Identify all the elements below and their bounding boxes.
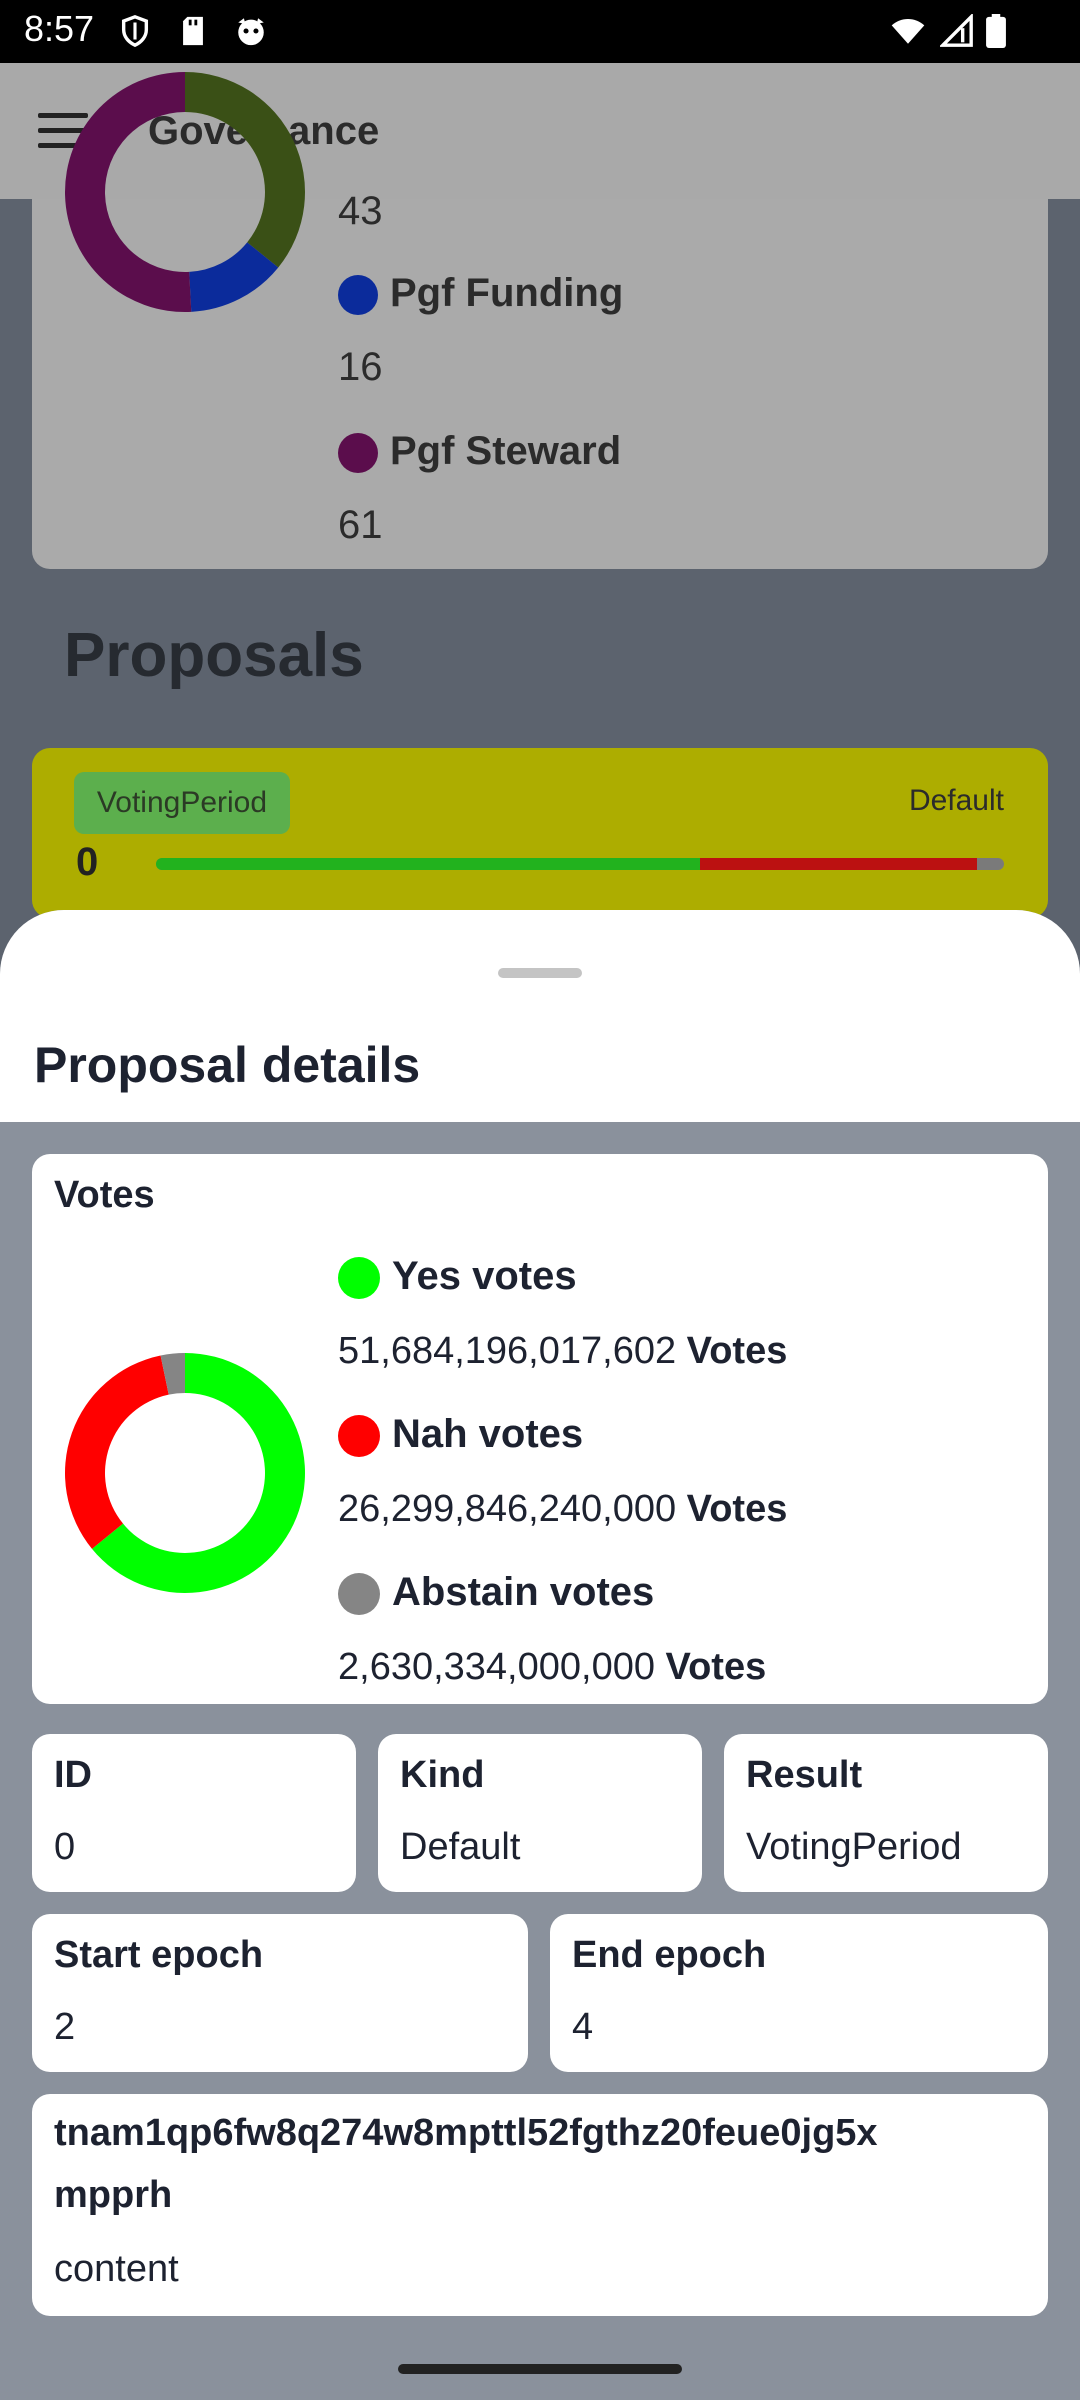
kinds-donut-chart: [65, 72, 305, 312]
kind-label: Kind: [400, 1754, 485, 1796]
legend-label: Abstain votes: [392, 1570, 655, 1614]
legend-dot-icon: [338, 1573, 380, 1616]
drag-handle[interactable]: [498, 968, 582, 978]
legend-label: Nah votes: [392, 1412, 584, 1456]
result-card: Result VotingPeriod: [724, 1734, 1048, 1892]
end-epoch-value: 4: [572, 2006, 594, 2048]
nah-votes-value: 26,299,846,240,000 Votes: [338, 1488, 787, 1531]
legend-nah-votes: Nah votes: [338, 1412, 584, 1458]
status-time: 8:57: [24, 8, 95, 49]
legend-dot-icon: [338, 275, 378, 316]
vote-bar-yes: [156, 858, 700, 870]
gesture-nav-bar[interactable]: [398, 2364, 682, 2374]
vote-progress-bar: [156, 858, 1004, 870]
donut-slice-nah: [64, 1355, 169, 1549]
end-epoch-label: End epoch: [572, 1934, 767, 1976]
signal-icon: [940, 14, 973, 47]
author-address-line2: mpprh: [54, 2174, 173, 2216]
legend-yes-votes: Yes votes: [338, 1254, 577, 1300]
proposal-card[interactable]: VotingPeriod Default 0: [32, 748, 1048, 918]
legend-pgf-steward: Pgf Steward: [338, 429, 621, 474]
vote-unit: Votes: [665, 1646, 767, 1688]
partial-kind-value: 43: [338, 189, 383, 233]
sheet-header: Proposal details: [0, 910, 1080, 1122]
result-value: VotingPeriod: [746, 1826, 962, 1868]
id-card: ID 0: [32, 1734, 356, 1892]
author-card: tnam1qp6fw8q274w8mpttl52fgthz20feue0jg5x…: [32, 2094, 1048, 2316]
start-epoch-label: Start epoch: [54, 1934, 264, 1976]
end-epoch-card: End epoch 4: [550, 1914, 1048, 2072]
legend-label: Pgf Funding: [390, 271, 624, 315]
votes-donut-chart: [64, 1353, 305, 1593]
result-label: Result: [746, 1754, 863, 1796]
abstain-votes-value: 2,630,334,000,000 Votes: [338, 1646, 766, 1689]
legend-label: Pgf Steward: [390, 429, 622, 473]
sheet-title: Proposal details: [34, 1037, 421, 1093]
yes-votes-value: 51,684,196,017,602 Votes: [338, 1330, 787, 1373]
vote-unit: Votes: [686, 1330, 788, 1372]
legend-dot-icon: [338, 433, 378, 474]
legend-value: 61: [338, 503, 383, 547]
vote-count: 26,299,846,240,000: [338, 1488, 677, 1530]
proposal-kind: Default: [908, 784, 1004, 817]
sd-card-icon: [183, 16, 203, 46]
shield-icon: [121, 15, 149, 48]
donut-slice-default: [185, 72, 305, 268]
legend-abstain-votes: Abstain votes: [338, 1570, 655, 1616]
proposal-details-sheet: Proposal details Votes Yes votes 51,684,…: [0, 910, 1080, 2400]
cat-face-icon: [238, 18, 264, 46]
vote-bar-nah: [700, 858, 977, 870]
vote-unit: Votes: [686, 1488, 788, 1530]
kinds-chart-card: 43 Pgf Funding 16 Pgf Steward 61: [32, 72, 1048, 569]
author-address-line1: tnam1qp6fw8q274w8mpttl52fgthz20feue0jg5x: [54, 2112, 878, 2154]
wifi-icon: [891, 18, 925, 44]
proposals-heading: Proposals: [64, 621, 364, 690]
legend-dot-icon: [338, 1415, 380, 1458]
battery-icon: [986, 14, 1006, 48]
kind-card: Kind Default: [378, 1734, 702, 1892]
donut-slice-pgf-steward: [65, 72, 192, 312]
proposal-id: 0: [76, 840, 99, 884]
content-label: content: [54, 2248, 179, 2290]
start-epoch-value: 2: [54, 2006, 76, 2048]
legend-value: 16: [338, 345, 383, 389]
vote-count: 2,630,334,000,000: [338, 1646, 655, 1688]
votes-card-title: Votes: [54, 1174, 155, 1216]
legend-pgf-funding: Pgf Funding: [338, 271, 623, 316]
legend-label: Yes votes: [392, 1254, 577, 1298]
start-epoch-card: Start epoch 2: [32, 1914, 528, 2072]
status-bar: 8:57: [0, 0, 1080, 63]
vote-count: 51,684,196,017,602: [338, 1330, 677, 1372]
legend-dot-icon: [338, 1257, 380, 1300]
status-badge: VotingPeriod: [74, 772, 290, 834]
kind-value: Default: [400, 1826, 521, 1868]
id-label: ID: [54, 1754, 92, 1796]
id-value: 0: [54, 1826, 76, 1868]
votes-card: Votes Yes votes 51,684,196,017,602 Votes…: [32, 1154, 1048, 1704]
